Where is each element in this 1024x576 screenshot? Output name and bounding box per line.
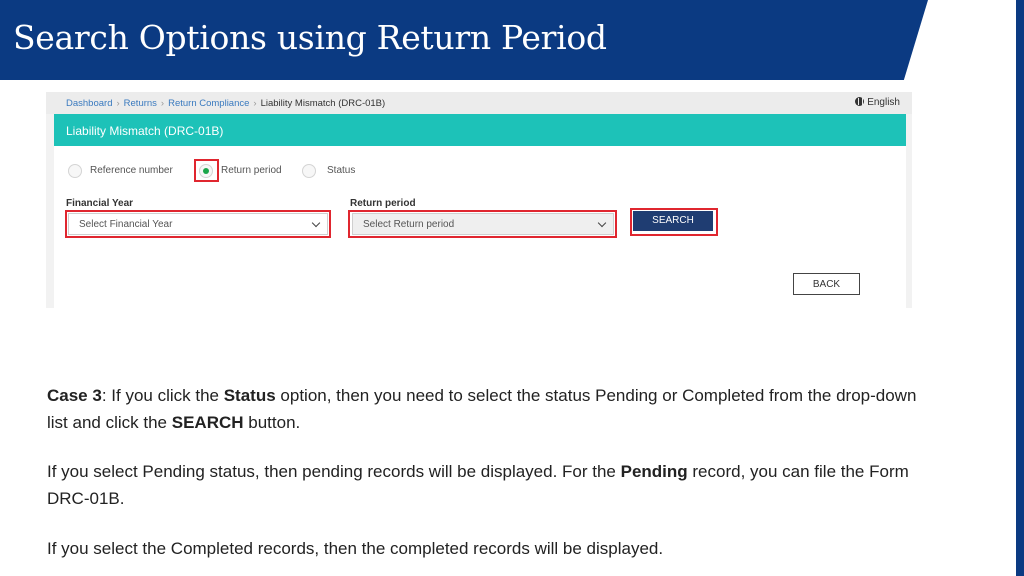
language-selector[interactable]: English (855, 97, 900, 108)
globe-icon (855, 97, 865, 106)
completed-paragraph: If you select the Completed records, the… (47, 539, 664, 558)
highlight-return-period-radio (194, 159, 219, 182)
text-run: : If you click the (101, 386, 224, 405)
back-button[interactable]: BACK (793, 273, 860, 295)
slide-title: Search Options using Return Period (13, 18, 607, 57)
breadcrumb-separator: › (116, 98, 120, 109)
breadcrumb-dashboard[interactable]: Dashboard (66, 98, 112, 109)
breadcrumb-separator: › (253, 98, 257, 109)
radio-reference-number[interactable] (68, 164, 82, 178)
portal-screenshot: Dashboard › Returns › Return Compliance › Liab… (46, 92, 912, 308)
right-edge-stripe (1016, 0, 1024, 576)
status-term: Status (223, 386, 276, 405)
text-run: If you select Pending status, then pendi… (47, 462, 621, 481)
language-label: English (867, 97, 900, 108)
breadcrumb: Dashboard › Returns › Return Compliance › Liab… (46, 92, 912, 114)
pending-paragraph: If you select Pending status, then pendi… (47, 458, 927, 512)
panel-heading: Liability Mismatch (DRC-01B) (54, 114, 906, 146)
radio-reference-number-label: Reference number (90, 165, 173, 176)
breadcrumb-separator: › (160, 98, 165, 109)
breadcrumb-current: Liability Mismatch (DRC-01B) (260, 98, 386, 109)
financial-year-label: Financial Year (66, 198, 134, 209)
text-run: button. (243, 413, 301, 432)
radio-status[interactable] (302, 164, 316, 178)
highlight-search-button (630, 208, 718, 236)
case-3-paragraph: Case 3: If you click the Status option, … (47, 382, 927, 436)
radio-return-period-label: Return period (221, 165, 282, 176)
radio-status-label: Status (327, 165, 356, 176)
search-term: SEARCH (171, 413, 244, 432)
breadcrumb-return-compliance[interactable]: Return Compliance (168, 98, 249, 109)
return-period-label: Return period (350, 198, 416, 209)
breadcrumb-returns[interactable]: Returns (124, 98, 157, 109)
highlight-return-period-select (348, 210, 617, 238)
pending-term: Pending (620, 462, 688, 481)
liability-mismatch-panel: Liability Mismatch (DRC-01B) Reference n… (54, 114, 906, 308)
case-label: Case 3 (47, 386, 102, 405)
highlight-financial-year (65, 210, 331, 238)
